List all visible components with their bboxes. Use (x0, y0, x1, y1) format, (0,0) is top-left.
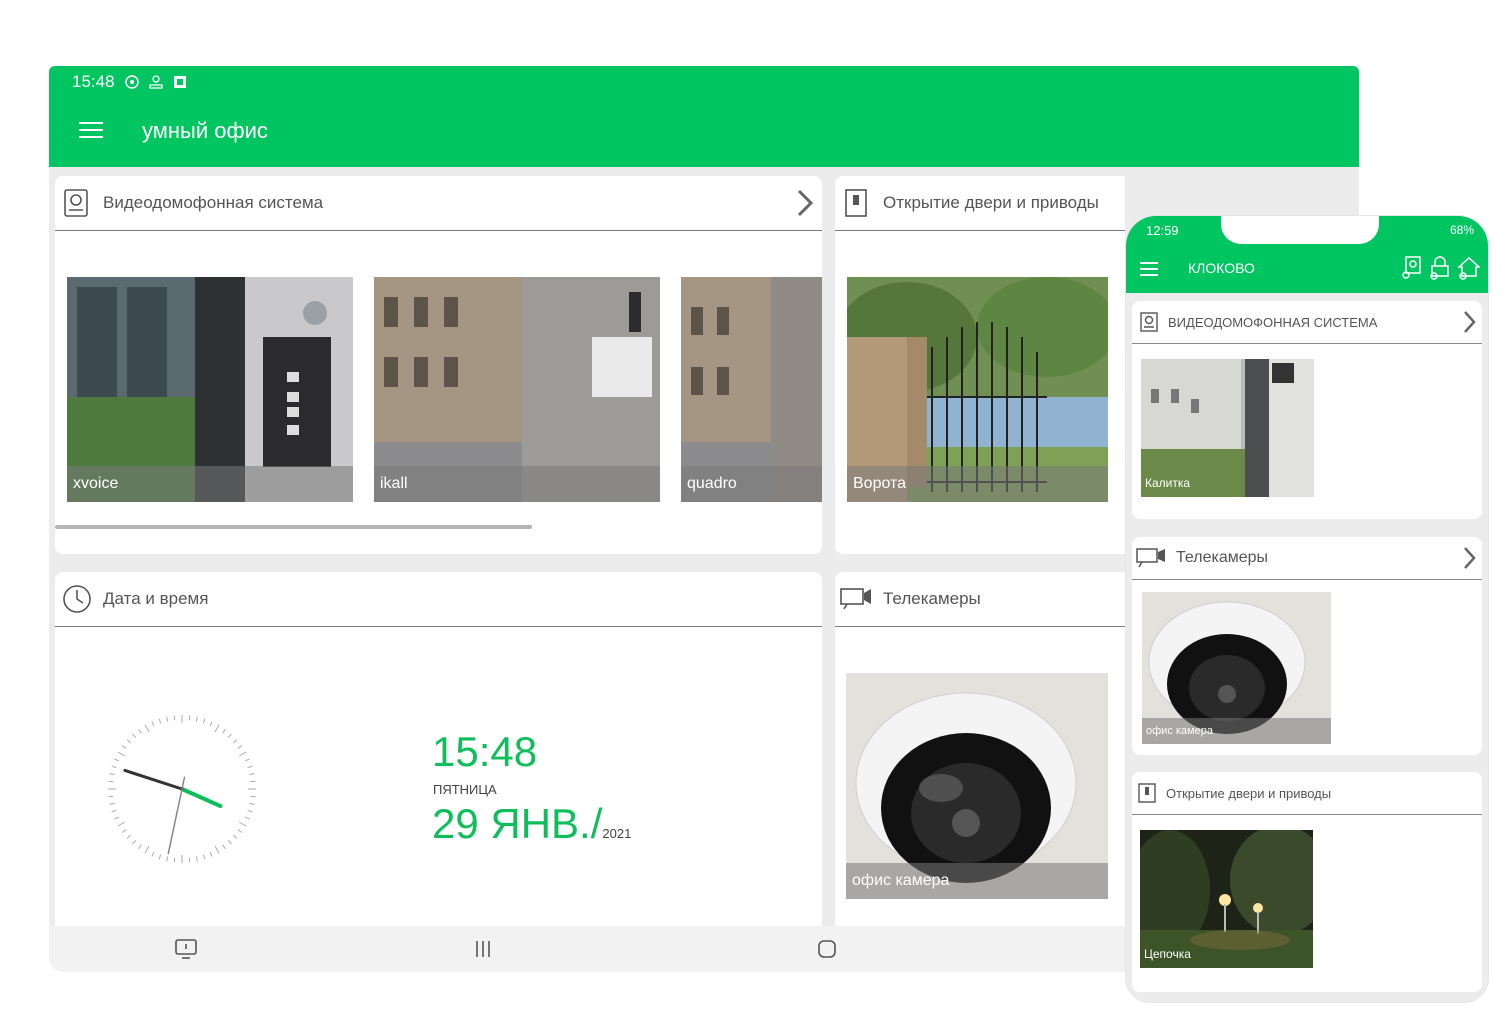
intercom-icon (64, 189, 88, 217)
camera-icon (1136, 548, 1165, 568)
chevron-right-icon[interactable] (795, 188, 815, 218)
notification-icon (124, 75, 139, 89)
camera-item-office[interactable]: офис камера (846, 673, 1108, 899)
battery-level: 68% (1449, 223, 1474, 237)
doors-card: Открытие двери и приводы Ворота (835, 176, 1125, 554)
status-bar: 15:48 (72, 72, 187, 92)
item-label: офис камера (846, 863, 1108, 899)
status-time: 15:48 (72, 72, 115, 91)
card-header: Телекамеры (1132, 537, 1482, 580)
horizontal-scrollbar[interactable] (55, 525, 532, 529)
status-time: 12:59 (1146, 223, 1179, 238)
date: 29 ЯНВ./ (432, 800, 603, 847)
analog-clock (108, 715, 256, 863)
chevron-right-icon[interactable] (1462, 546, 1476, 570)
hour-hand (180, 787, 223, 809)
year: 2021 (602, 826, 632, 841)
app-title: КЛОКОВО (1188, 260, 1255, 276)
item-label: ikall (374, 466, 660, 502)
item-label: xvoice (67, 466, 353, 502)
intercom-item-quadro[interactable]: quadro (681, 277, 822, 502)
card-header: Дата и время (55, 572, 822, 627)
card-header: ВИДЕОДОМОФОННАЯ СИСТЕМА (1132, 301, 1482, 344)
menu-button[interactable] (79, 122, 103, 140)
camera-icon (840, 588, 871, 610)
app-bar: 12:59 68% КЛОКОВО (1126, 216, 1488, 293)
door-item-tsepochka[interactable]: Цепочка (1140, 830, 1313, 968)
card-header: Видеодомофонная система (55, 176, 822, 231)
card-title: Дата и время (103, 589, 209, 608)
app-title: умный офис (142, 118, 268, 143)
lock-shortcut-icon[interactable] (1429, 256, 1451, 280)
item-label: офис камера (1142, 718, 1331, 744)
app-bar: 15:48 умный офис (49, 66, 1359, 167)
chevron-right-icon[interactable] (1462, 310, 1476, 334)
intercom-item-xvoice[interactable]: xvoice (67, 277, 353, 502)
camera-notch (1221, 216, 1379, 244)
card-title: Открытие двери и приводы (883, 193, 1099, 212)
camera-item-office[interactable]: офис камера (1142, 592, 1331, 744)
intercom-icon (1140, 312, 1158, 332)
assistant-icon[interactable] (174, 938, 198, 960)
phone-screen: 12:59 68% КЛОКОВО ВИДЕОДОМОФОННАЯ СИСТЕМ… (1126, 216, 1488, 1002)
card-title: Телекамеры (883, 589, 981, 608)
card-title: Видеодомофонная система (103, 193, 324, 212)
digital-time: 15:48 (432, 728, 538, 775)
cameras-card: Телекамеры офис камера (1132, 537, 1482, 755)
card-title: Телекамеры (1176, 549, 1269, 566)
intercom-item-kalitka[interactable]: Калитка (1141, 359, 1314, 497)
door-icon (1138, 783, 1156, 803)
weekday: ПЯТНИЦА (433, 782, 497, 797)
card-header: Открытие двери и приводы (835, 176, 1125, 231)
menu-button[interactable] (1140, 262, 1158, 276)
door-icon (845, 189, 867, 217)
card-header: Открытие двери и приводы (1132, 772, 1482, 815)
card-title: ВИДЕОДОМОФОННАЯ СИСТЕМА (1168, 315, 1378, 330)
minute-hand (123, 768, 184, 791)
clock-icon (63, 585, 91, 613)
card-header: Телекамеры (835, 572, 1125, 627)
person-icon (148, 75, 163, 89)
date-line: 29 ЯНВ./2021 (432, 800, 631, 848)
video-intercom-card: ВИДЕОДОМОФОННАЯ СИСТЕМА Калитка (1132, 301, 1482, 519)
recent-apps-icon[interactable] (473, 938, 493, 960)
intercom-shortcut-icon[interactable] (1401, 256, 1423, 280)
item-label: Ворота (847, 466, 1108, 502)
doors-card: Открытие двери и приводы Цепочка (1132, 772, 1482, 992)
item-label: Цепочка (1144, 947, 1191, 961)
cameras-card: Телекамеры офис камера (835, 572, 1125, 952)
intercom-item-ikall[interactable]: ikall (374, 277, 660, 502)
datetime-card: Дата и время 15:48 ПЯТНИЦА 29 ЯНВ./2021 (55, 572, 822, 952)
item-label: quadro (681, 466, 822, 502)
home-icon[interactable] (816, 938, 838, 960)
door-item-vorota[interactable]: Ворота (847, 277, 1108, 502)
item-label: Калитка (1145, 476, 1191, 490)
video-intercom-card: Видеодомофонная система xvoice ikall qua… (55, 176, 822, 554)
home-shortcut-icon[interactable] (1458, 256, 1480, 280)
screenshot-icon (173, 76, 186, 88)
card-title: Открытие двери и приводы (1166, 786, 1332, 801)
